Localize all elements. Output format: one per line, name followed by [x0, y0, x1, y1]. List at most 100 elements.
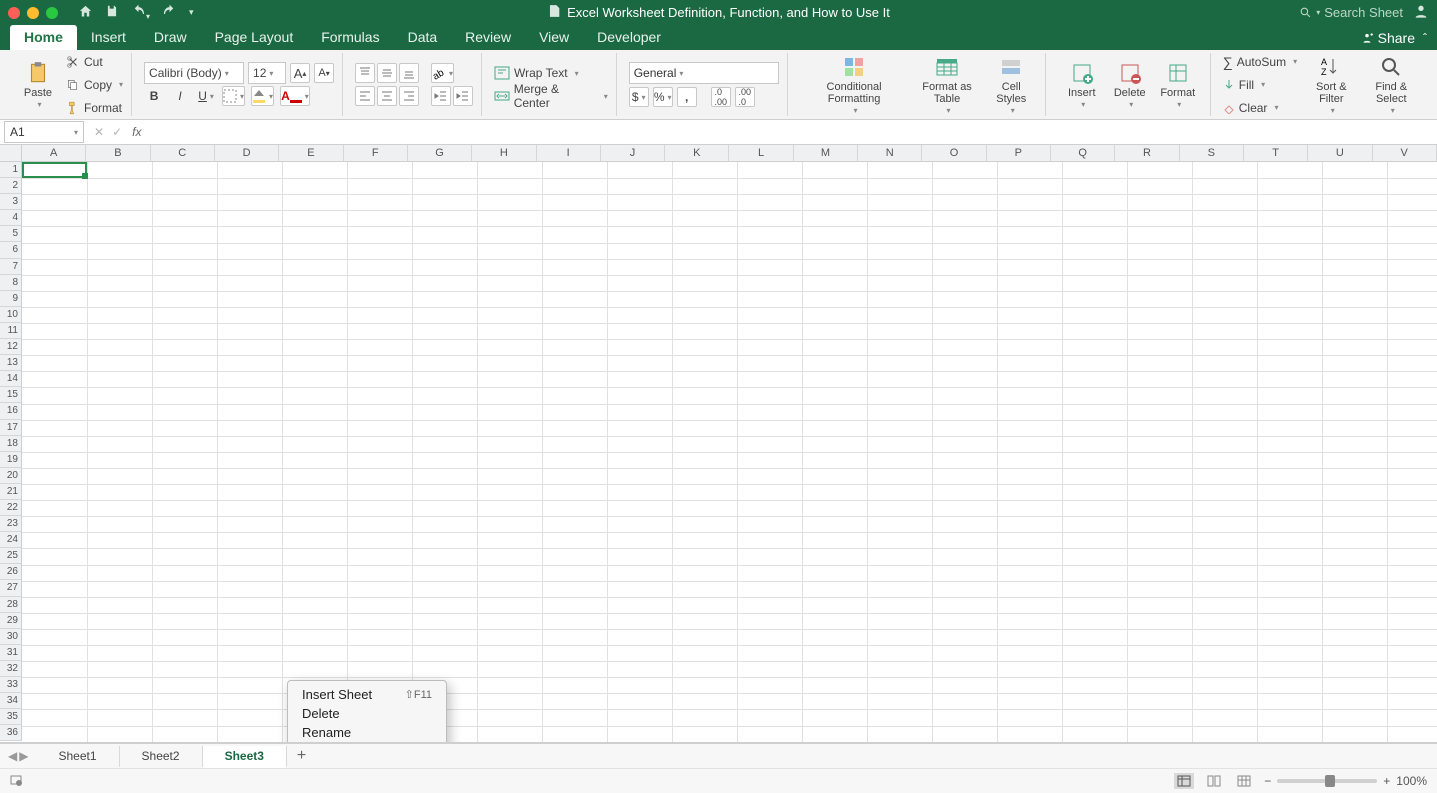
column-header[interactable]: E [279, 145, 343, 161]
row-header[interactable]: 29 [0, 613, 21, 629]
ribbon-tab-view[interactable]: View [525, 25, 583, 50]
row-header[interactable]: 10 [0, 307, 21, 323]
row-header[interactable]: 5 [0, 226, 21, 242]
increase-decimal-button[interactable]: .0.00 [711, 87, 731, 107]
row-header[interactable]: 4 [0, 210, 21, 226]
row-header[interactable]: 2 [0, 178, 21, 194]
ribbon-tab-data[interactable]: Data [394, 25, 452, 50]
row-header[interactable]: 26 [0, 564, 21, 580]
page-layout-view-icon[interactable] [1204, 773, 1224, 789]
row-header[interactable]: 31 [0, 645, 21, 661]
find-select-button[interactable]: Find & Select [1359, 54, 1423, 116]
clear-button[interactable]: Clear [1223, 98, 1297, 118]
column-header[interactable]: R [1115, 145, 1179, 161]
increase-indent-button[interactable] [453, 86, 473, 106]
column-header[interactable]: C [151, 145, 215, 161]
ribbon-tab-page-layout[interactable]: Page Layout [201, 25, 308, 50]
zoom-in-button[interactable]: + [1383, 774, 1390, 788]
ribbon-tab-developer[interactable]: Developer [583, 25, 675, 50]
fx-icon[interactable]: fx [132, 125, 141, 139]
row-header[interactable]: 22 [0, 500, 21, 516]
row-header[interactable]: 3 [0, 194, 21, 210]
decrease-indent-button[interactable] [431, 86, 451, 106]
column-headers[interactable]: ABCDEFGHIJKLMNOPQRSTUV [22, 145, 1437, 162]
format-painter-button[interactable]: Format [66, 98, 123, 118]
row-header[interactable]: 25 [0, 548, 21, 564]
fill-color-button[interactable] [251, 86, 274, 106]
column-header[interactable]: Q [1051, 145, 1115, 161]
row-header[interactable]: 23 [0, 516, 21, 532]
zoom-out-button[interactable]: − [1264, 774, 1271, 788]
column-header[interactable]: N [858, 145, 922, 161]
zoom-slider[interactable] [1277, 779, 1377, 783]
ribbon-tab-draw[interactable]: Draw [140, 25, 201, 50]
row-header[interactable]: 35 [0, 709, 21, 725]
zoom-level[interactable]: 100% [1396, 774, 1427, 788]
bold-button[interactable]: B [144, 86, 164, 106]
sheet-tab-sheet1[interactable]: Sheet1 [36, 746, 119, 767]
insert-cells-button[interactable]: Insert [1058, 54, 1106, 116]
ribbon-tab-insert[interactable]: Insert [77, 25, 140, 50]
column-header[interactable]: O [922, 145, 986, 161]
format-cells-button[interactable]: Format [1154, 54, 1202, 116]
enter-icon[interactable]: ✓ [112, 125, 122, 139]
row-header[interactable]: 20 [0, 468, 21, 484]
row-header[interactable]: 30 [0, 629, 21, 645]
font-color-button[interactable]: A [280, 86, 310, 106]
column-header[interactable]: V [1373, 145, 1437, 161]
row-header[interactable]: 24 [0, 532, 21, 548]
page-break-view-icon[interactable] [1234, 773, 1254, 789]
fill-button[interactable]: Fill [1223, 75, 1297, 95]
row-header[interactable]: 27 [0, 580, 21, 596]
close-window-icon[interactable] [8, 7, 20, 19]
font-name-select[interactable]: Calibri (Body) [144, 62, 244, 84]
row-header[interactable]: 18 [0, 436, 21, 452]
currency-button[interactable]: $ [629, 87, 649, 107]
row-header[interactable]: 17 [0, 420, 21, 436]
copy-button[interactable]: Copy [66, 75, 123, 95]
qat-customize-icon[interactable]: ▾ [189, 7, 194, 18]
cell-styles-button[interactable]: Cell Styles [986, 54, 1037, 116]
minimize-window-icon[interactable] [27, 7, 39, 19]
column-header[interactable]: P [987, 145, 1051, 161]
row-header[interactable]: 16 [0, 403, 21, 419]
align-center-button[interactable] [377, 86, 397, 106]
row-header[interactable]: 19 [0, 452, 21, 468]
column-header[interactable]: I [537, 145, 601, 161]
format-as-table-button[interactable]: Format as Table [908, 54, 985, 116]
column-header[interactable]: K [665, 145, 729, 161]
row-header[interactable]: 34 [0, 693, 21, 709]
row-header[interactable]: 11 [0, 323, 21, 339]
maximize-window-icon[interactable] [46, 7, 58, 19]
font-size-select[interactable]: 12 [248, 62, 286, 84]
autosum-button[interactable]: ∑AutoSum [1223, 52, 1297, 72]
number-format-select[interactable]: General [629, 62, 779, 84]
name-box[interactable]: A1▾ [4, 121, 84, 143]
paste-button[interactable]: Paste [14, 54, 62, 116]
menu-item-delete[interactable]: Delete [288, 704, 446, 723]
merge-center-button[interactable]: Merge & Center [494, 86, 608, 106]
column-header[interactable]: F [344, 145, 408, 161]
row-header[interactable]: 12 [0, 339, 21, 355]
undo-icon[interactable]: ▾ [131, 4, 150, 22]
conditional-formatting-button[interactable]: Conditional Formatting [800, 54, 909, 116]
ribbon-tab-home[interactable]: Home [10, 25, 77, 50]
row-header[interactable]: 1 [0, 162, 21, 178]
row-header[interactable]: 21 [0, 484, 21, 500]
percent-button[interactable]: % [653, 87, 673, 107]
italic-button[interactable]: I [170, 86, 190, 106]
column-header[interactable]: G [408, 145, 472, 161]
search-sheet[interactable]: ▾ Search Sheet [1299, 5, 1403, 20]
sheet-tab-sheet3[interactable]: Sheet3 [203, 746, 287, 768]
cancel-icon[interactable]: ✕ [94, 125, 104, 139]
add-sheet-button[interactable]: + [287, 747, 316, 765]
row-header[interactable]: 13 [0, 355, 21, 371]
row-header[interactable]: 14 [0, 371, 21, 387]
column-header[interactable]: L [729, 145, 793, 161]
formula-input[interactable] [147, 120, 1437, 144]
row-headers[interactable]: 1234567891011121314151617181920212223242… [0, 162, 22, 741]
ribbon-tab-review[interactable]: Review [451, 25, 525, 50]
delete-cells-button[interactable]: Delete [1106, 54, 1154, 116]
column-header[interactable]: H [472, 145, 536, 161]
column-header[interactable]: T [1244, 145, 1308, 161]
